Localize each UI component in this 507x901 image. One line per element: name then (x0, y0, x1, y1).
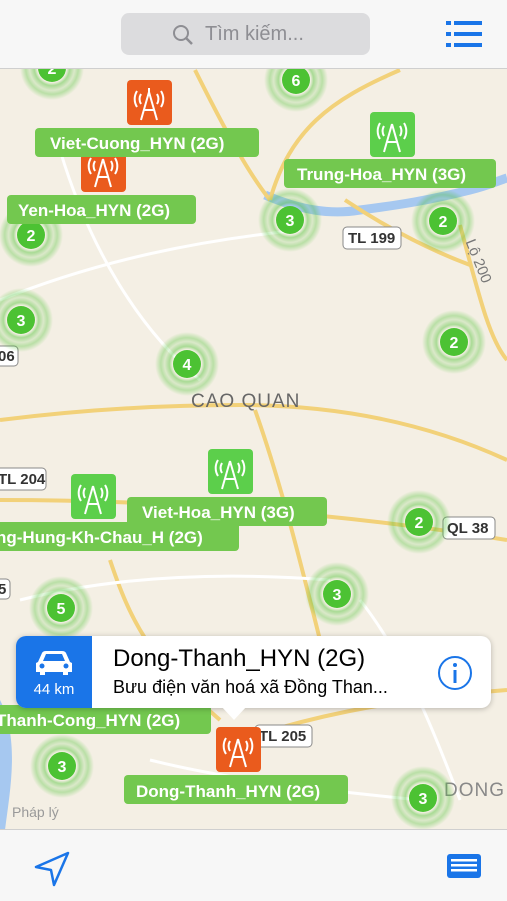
svg-text:3: 3 (58, 759, 67, 776)
distance-label: 44 km (33, 681, 75, 698)
search-placeholder: Tìm kiếm... (205, 23, 304, 45)
directions-button[interactable]: 44 km (16, 636, 92, 708)
tower-3g-icon[interactable] (208, 449, 253, 494)
callout-pointer (221, 706, 247, 720)
cluster-marker[interactable]: 5 (29, 576, 93, 640)
cluster-marker[interactable]: 3 (391, 766, 455, 830)
svg-text:3: 3 (419, 791, 428, 808)
info-icon[interactable] (437, 655, 473, 691)
area-label: CAO QUAN (191, 391, 300, 412)
car-icon (36, 651, 72, 675)
svg-text:2: 2 (450, 335, 459, 352)
road-label: TL 199 (348, 230, 395, 247)
svg-text:2: 2 (439, 214, 448, 231)
cluster-marker[interactable]: 3 (305, 562, 369, 626)
top-bar: Tìm kiếm... (0, 0, 507, 69)
station-callout[interactable]: 44 km Dong-Thanh_HYN (2G) Bưu điện văn h… (16, 636, 491, 708)
callout-title: Dong-Thanh_HYN (2G) (113, 645, 366, 672)
svg-text:3: 3 (333, 587, 342, 604)
cluster-marker[interactable]: 2 (411, 189, 475, 253)
cluster-marker[interactable]: 3 (30, 734, 94, 798)
road-label: 5 (0, 581, 6, 598)
station-label: Trung-Hoa_HYN (3G) (297, 165, 466, 184)
station-label: Thanh-Cong_HYN (2G) (0, 711, 180, 730)
svg-text:2: 2 (27, 228, 36, 245)
location-arrow-icon[interactable] (33, 850, 71, 888)
svg-text:3: 3 (286, 213, 295, 230)
tower-3g-icon[interactable] (71, 474, 116, 519)
search-icon (173, 25, 193, 45)
list-icon[interactable] (444, 18, 484, 50)
map-view[interactable]: TL 199 Lộ 200 TL 204 QL 38 TL 205 06 5 6… (0, 0, 507, 900)
station-label: Viet-Cuong_HYN (2G) (50, 134, 224, 153)
cluster-marker[interactable]: 2 (422, 310, 486, 374)
tower-2g-icon[interactable] (127, 80, 172, 125)
card-list-icon[interactable] (446, 852, 482, 882)
cluster-marker[interactable]: 4 (155, 332, 219, 396)
svg-text:5: 5 (57, 601, 66, 618)
svg-text:4: 4 (183, 357, 192, 374)
road-label: TL 205 (259, 728, 306, 745)
tower-2g-icon[interactable] (216, 727, 261, 772)
search-input[interactable]: Tìm kiếm... (121, 13, 370, 55)
road-label: TL 204 (0, 471, 46, 488)
road-label: QL 38 (447, 520, 488, 537)
cluster-marker[interactable]: 2 (387, 490, 451, 554)
station-label: ng-Hung-Kh-Chau_H (2G) (0, 528, 203, 547)
svg-text:2: 2 (415, 515, 424, 532)
svg-text:6: 6 (292, 73, 301, 90)
callout-subtitle: Bưu điện văn hoá xã Đồng Than... (113, 677, 388, 697)
place-label: Pháp lý (12, 804, 59, 820)
station-label: Viet-Hoa_HYN (3G) (142, 503, 295, 522)
svg-text:3: 3 (17, 313, 26, 330)
cluster-marker[interactable]: 3 (258, 188, 322, 252)
station-label: Yen-Hoa_HYN (2G) (18, 201, 170, 220)
bottom-bar (0, 829, 507, 901)
tower-3g-icon[interactable] (370, 112, 415, 157)
station-label: Dong-Thanh_HYN (2G) (136, 782, 320, 801)
